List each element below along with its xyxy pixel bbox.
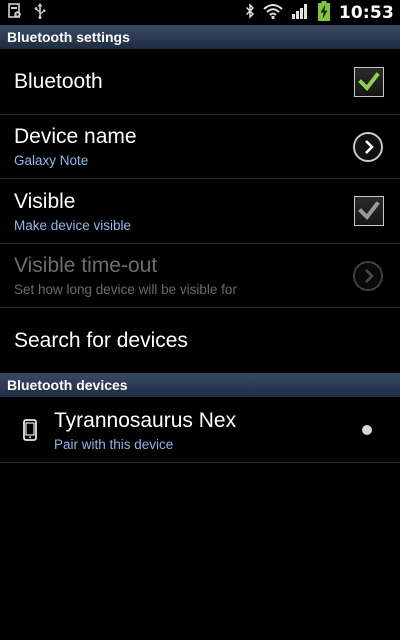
status-bar-system: 10:53	[245, 0, 394, 25]
bluetooth-icon	[245, 2, 255, 23]
chevron-right-icon	[365, 269, 374, 283]
bluetooth-label: Bluetooth	[14, 70, 103, 93]
visible-label: Visible	[14, 190, 76, 213]
visible-subtitle: Make device visible	[14, 218, 132, 233]
device-name-chevron-button[interactable]	[353, 132, 383, 162]
visible-checkbox[interactable]	[354, 196, 384, 226]
battery-charging-icon	[317, 0, 331, 25]
device-name-label: Device name	[14, 125, 137, 148]
check-icon	[358, 72, 380, 92]
device-name: Tyrannosaurus Nex	[54, 409, 237, 432]
device-subtitle: Pair with this device	[54, 437, 174, 452]
visible-timeout-chevron-button[interactable]	[353, 261, 383, 291]
device-list-item[interactable]: Tyrannosaurus Nex Pair with this device	[0, 397, 400, 463]
check-icon	[358, 201, 380, 221]
status-bar: 10:53	[0, 0, 400, 25]
visible-timeout-label: Visible time-out	[14, 254, 158, 277]
device-name-value: Galaxy Note	[14, 153, 89, 168]
wifi-icon	[263, 3, 283, 23]
visible-row[interactable]: Visible Make device visible	[0, 179, 400, 244]
device-name-row[interactable]: Device name Galaxy Note	[0, 115, 400, 179]
usb-icon	[34, 3, 46, 23]
section-header-bluetooth-settings: Bluetooth settings	[0, 25, 400, 49]
bluetooth-checkbox[interactable]	[354, 67, 384, 97]
bluetooth-toggle-row[interactable]: Bluetooth	[0, 49, 400, 115]
section-header-bluetooth-devices: Bluetooth devices	[0, 373, 400, 397]
visible-timeout-subtitle: Set how long device will be visible for	[14, 282, 237, 297]
search-for-devices-row[interactable]: Search for devices	[0, 308, 400, 373]
clock: 10:53	[338, 2, 394, 23]
device-status-dot	[362, 425, 372, 435]
phone-icon	[23, 419, 37, 445]
signal-icon	[291, 3, 309, 23]
visible-timeout-row[interactable]: Visible time-out Set how long device wil…	[0, 244, 400, 308]
search-for-devices-label: Search for devices	[14, 329, 188, 352]
screenshot-icon	[8, 3, 22, 23]
status-bar-notifications	[8, 3, 46, 23]
chevron-right-icon	[365, 140, 374, 154]
